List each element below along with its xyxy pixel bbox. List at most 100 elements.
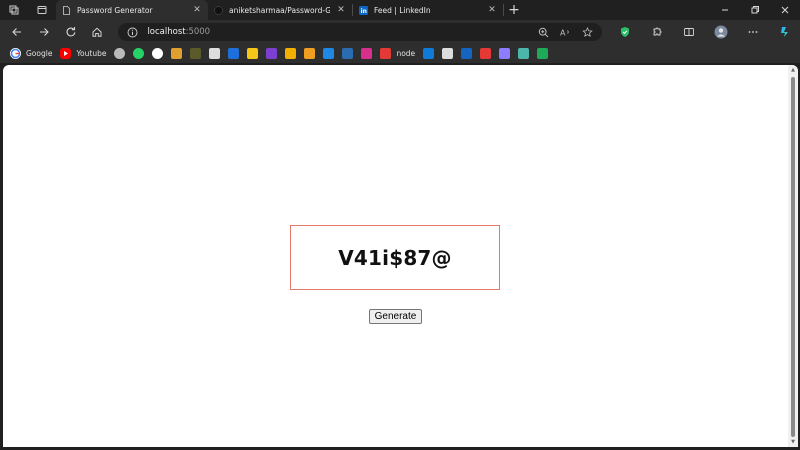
extensions-icon[interactable] [642,21,672,43]
bookmark-icon [480,48,492,59]
bookmark-icon [247,48,259,59]
bookmark-item[interactable] [497,46,512,62]
tab-linkedin[interactable]: in Feed | LinkedIn ✕ [353,0,503,20]
bookmark-item[interactable] [302,46,317,62]
bookmark-icon [537,48,549,59]
tab-title: Password Generator [77,5,153,15]
globe-icon [114,48,126,59]
bookmark-item[interactable]: Youtube [58,46,108,62]
bookmarks-bar: Google Youtube node [0,44,800,63]
info-icon[interactable] [126,26,138,38]
bookmark-item[interactable] [478,46,493,62]
page-icon [62,5,71,15]
monitor-icon [209,48,221,59]
zoom-icon[interactable] [536,25,550,39]
bookmark-item[interactable] [321,46,336,62]
bookmark-icon [190,48,202,59]
address-actions: A [536,25,594,39]
home-button[interactable] [84,21,111,43]
copilot-icon[interactable] [770,21,800,43]
bookmark-item[interactable] [150,46,165,62]
bookmark-icon [423,48,435,59]
scroll-up-icon[interactable]: ▲ [790,67,796,73]
forward-button[interactable] [31,21,58,43]
tab-strip: Password Generator ✕ aniketsharmaa/Passw… [0,0,800,20]
info-icon [285,48,297,59]
svg-text:A: A [560,28,566,37]
linkedin-icon: in [359,5,368,15]
bookmark-item[interactable] [359,46,374,62]
scrollbar[interactable]: ▲ ▼ [788,65,798,447]
close-icon[interactable]: ✕ [336,5,346,15]
bookmark-item[interactable] [245,46,260,62]
workspaces-icon[interactable] [0,0,28,20]
bookmark-item[interactable] [207,46,222,62]
bookmark-icon [323,48,335,59]
bookmark-icon [380,48,392,59]
bookmark-item[interactable] [516,46,531,62]
url-port: :5000 [185,27,211,37]
bookmark-icon [228,48,240,59]
split-screen-icon[interactable] [674,21,704,43]
bookmark-item[interactable]: Google [8,46,54,62]
refresh-button[interactable] [57,21,84,43]
bookmark-item[interactable] [188,46,203,62]
bookmark-item[interactable] [264,46,279,62]
url-host: localhost [147,27,186,37]
close-icon[interactable]: ✕ [192,5,202,15]
new-tab-button[interactable]: + [504,0,524,20]
back-button[interactable] [4,21,31,43]
tab-title: Feed | LinkedIn [374,5,431,15]
tab-github[interactable]: aniketsharmaa/Password-Genera ✕ [208,0,352,20]
scroll-down-icon[interactable]: ▼ [790,439,796,445]
bookmark-item[interactable] [112,46,127,62]
scroll-thumb[interactable] [791,77,795,437]
favorite-star-icon[interactable] [580,25,594,39]
close-window-button[interactable] [770,0,800,20]
window-controls [710,0,800,20]
bookmark-item[interactable] [440,46,455,62]
youtube-icon [60,48,72,59]
bookmark-label: Youtube [76,49,107,58]
toolbar-actions [610,21,800,43]
github-icon [214,5,223,15]
bookmark-item[interactable] [535,46,550,62]
bolt-icon [266,48,278,59]
bookmark-item[interactable] [340,46,355,62]
svg-text:in: in [361,8,367,15]
bookmark-icon [461,48,473,59]
bookmark-label: node [396,49,416,58]
bookmark-icon [304,48,316,59]
profile-avatar[interactable] [706,21,736,43]
page-viewport: V41i$87@ Generate ▲ ▼ [3,65,798,447]
google-icon [10,48,21,59]
bookmark-item[interactable] [226,46,241,62]
sparkle-icon [499,48,511,59]
tab-actions-icon[interactable] [28,0,56,20]
shield-extension-icon[interactable] [610,21,640,43]
read-aloud-icon[interactable]: A [558,25,572,39]
password-display-box: V41i$87@ [290,225,500,290]
bookmark-icon [518,48,530,59]
bookmark-item[interactable]: node [378,46,417,62]
minimize-button[interactable] [710,0,740,20]
browser-toolbar: localhost:5000 A [0,20,800,44]
bookmark-label: Google [26,49,53,58]
bookmark-icon [361,48,373,59]
bookmark-item[interactable] [131,46,146,62]
close-icon[interactable]: ✕ [487,5,497,15]
bookmark-icon [342,48,354,59]
file-icon [442,48,454,59]
restore-button[interactable] [740,0,770,20]
bookmark-item[interactable] [169,46,184,62]
generated-password: V41i$87@ [338,245,452,270]
github-icon [152,48,164,59]
more-options-icon[interactable] [738,21,768,43]
bookmark-item[interactable] [283,46,298,62]
address-bar[interactable]: localhost:5000 A [118,23,602,41]
bookmark-item[interactable] [459,46,474,62]
bookmark-icon [171,48,183,59]
generate-button[interactable]: Generate [369,309,422,324]
bookmark-item[interactable] [421,46,436,62]
tab-password-generator[interactable]: Password Generator ✕ [56,0,208,20]
